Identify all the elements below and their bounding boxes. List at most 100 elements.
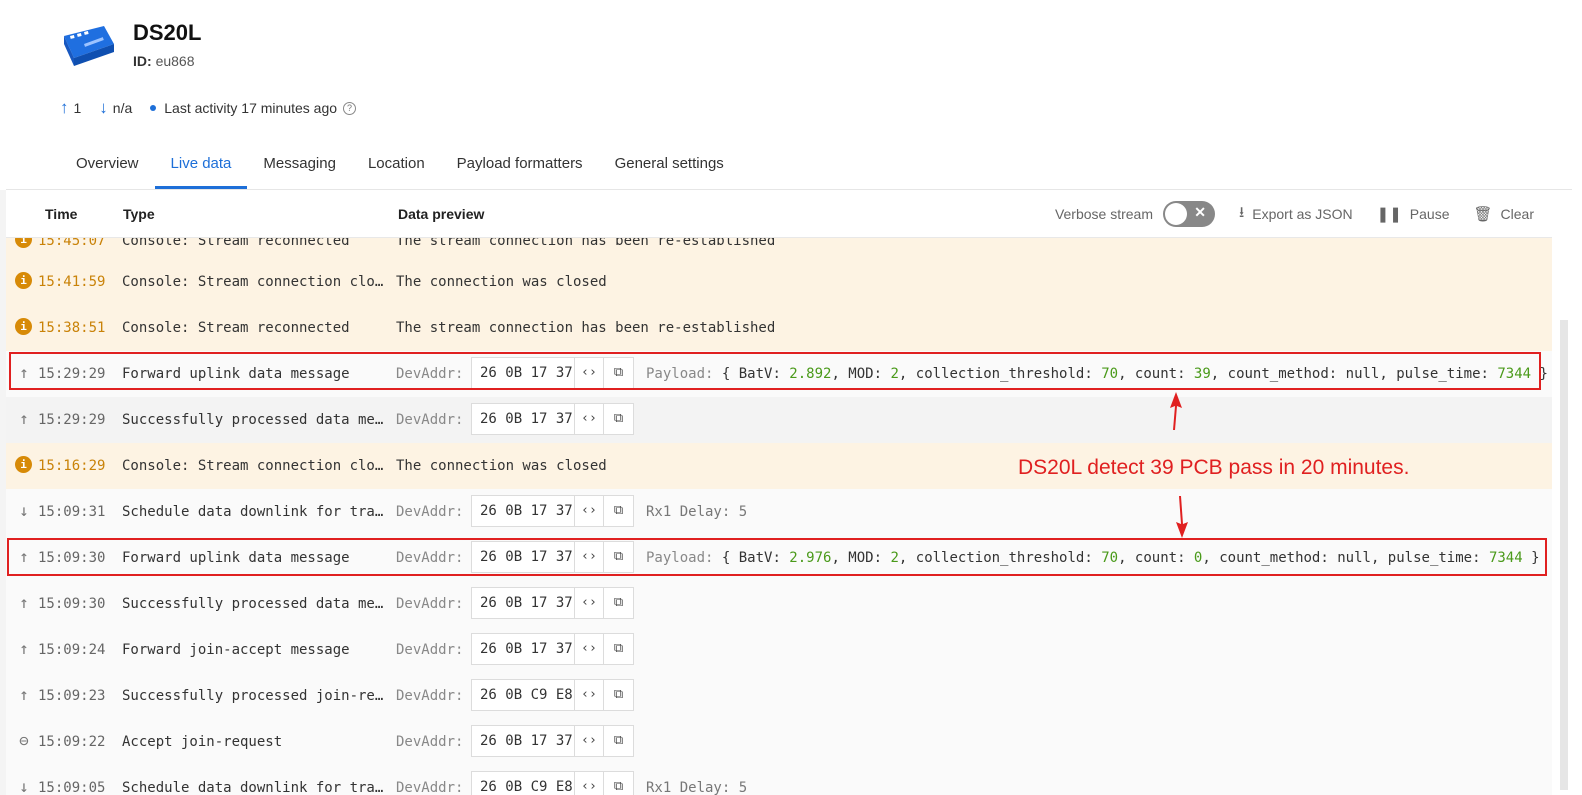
- device-tabs: Overview Live data Messaging Location Pa…: [60, 142, 740, 190]
- scrollbar[interactable]: [1560, 320, 1568, 790]
- device-id: ID: eu868: [133, 53, 195, 69]
- event-type: Accept join-request: [122, 734, 283, 750]
- column-data-preview: Data preview: [398, 206, 485, 222]
- uplink-arrow-icon: ↑: [60, 98, 69, 117]
- event-time: 15:38:51: [38, 320, 106, 336]
- tab-general-settings[interactable]: General settings: [599, 142, 740, 188]
- copy-icon[interactable]: ⧉: [604, 726, 633, 756]
- event-type: Console: Stream connection closed: [122, 274, 388, 290]
- event-preview: The connection was closed: [396, 274, 607, 290]
- event-preview: The stream connection has been re-establ…: [396, 238, 776, 249]
- copy-icon[interactable]: ⧉: [604, 588, 633, 618]
- devaddr-field: 26 0B 17 37 ‹› ⧉: [471, 495, 634, 527]
- table-header: Time Type Data preview Verbose stream ✕ …: [6, 190, 1552, 238]
- device-name: DS20L: [133, 20, 202, 45]
- event-time: 15:09:23: [38, 688, 106, 704]
- copy-icon[interactable]: ⧉: [604, 496, 633, 526]
- copy-icon[interactable]: ⧉: [604, 404, 633, 434]
- downlink-arrow-icon: ↓: [19, 501, 29, 520]
- device-id-label: ID:: [133, 53, 152, 69]
- toggle-knob: [1165, 203, 1187, 225]
- last-activity-text: Last activity 17 minutes ago: [164, 100, 338, 116]
- devaddr-value: 26 0B 17 37: [472, 404, 575, 434]
- event-time: 15:09:30: [38, 596, 106, 612]
- format-toggle-icon[interactable]: ‹›: [575, 726, 604, 756]
- info-icon: i: [15, 318, 33, 336]
- table-row[interactable]: ↑ 15:09:23 Successfully processed join-r…: [6, 673, 1552, 719]
- table-row[interactable]: ↑ 15:09:24 Forward join-accept message D…: [6, 627, 1552, 673]
- devaddr-value: 26 0B C9 E8: [472, 772, 575, 795]
- red-arrow-up-icon: [1170, 392, 1182, 430]
- table-row[interactable]: ↓ 15:09:05 Schedule data downlink for tr…: [6, 765, 1552, 795]
- export-json-label: Export as JSON: [1252, 206, 1353, 222]
- event-time: 15:09:24: [38, 642, 106, 658]
- event-type: Console: Stream reconnected: [122, 320, 350, 336]
- table-row[interactable]: ↑ 15:09:30 Successfully processed data m…: [6, 581, 1552, 627]
- last-activity: Last activity 17 minutes ago ?: [150, 100, 357, 116]
- pause-label: Pause: [1409, 206, 1450, 222]
- download-icon: ⭳: [1239, 203, 1245, 221]
- devaddr-value: 26 0B 17 37: [472, 588, 575, 618]
- toggle-off-icon: ✕: [1194, 204, 1206, 220]
- tab-messaging[interactable]: Messaging: [247, 142, 352, 188]
- devaddr-label: DevAddr:: [396, 504, 464, 520]
- event-type: Successfully processed data message: [122, 412, 388, 428]
- tab-payload-formatters[interactable]: Payload formatters: [441, 142, 599, 188]
- clear-button[interactable]: 🗑 Clear: [1473, 205, 1534, 223]
- clear-label: Clear: [1500, 206, 1534, 222]
- devaddr-label: DevAddr:: [396, 642, 464, 658]
- devaddr-value: 26 0B 17 37: [472, 634, 575, 664]
- event-type: Successfully processed join-request: [122, 688, 388, 704]
- devaddr-label: DevAddr:: [396, 412, 464, 428]
- verbose-stream-label: Verbose stream: [1054, 206, 1153, 222]
- table-row[interactable]: ⊖ 15:09:22 Accept join-request DevAddr: …: [6, 719, 1552, 765]
- format-toggle-icon[interactable]: ‹›: [575, 772, 604, 795]
- format-toggle-icon[interactable]: ‹›: [575, 496, 604, 526]
- table-row[interactable]: ↓ 15:09:31 Schedule data downlink for tr…: [6, 489, 1552, 535]
- column-time: Time: [45, 206, 78, 222]
- device-icon: [64, 26, 114, 66]
- pause-button[interactable]: ❚❚ Pause: [1377, 205, 1450, 223]
- verbose-stream-toggle[interactable]: ✕: [1163, 201, 1215, 227]
- tab-overview[interactable]: Overview: [60, 142, 155, 188]
- verbose-stream-control: Verbose stream ✕: [1055, 201, 1215, 227]
- table-row[interactable]: i 15:38:51 Console: Stream reconnected T…: [6, 305, 1552, 351]
- event-type: Schedule data downlink for transmission: [122, 504, 388, 520]
- rx-delay: Rx1 Delay: 5: [646, 780, 748, 795]
- event-type: Successfully processed data message: [122, 596, 388, 612]
- downlink-stat: ↓ n/a: [99, 98, 132, 118]
- event-type: Schedule data downlink for transmission: [122, 780, 388, 795]
- device-id-value: eu868: [155, 53, 195, 69]
- uplink-arrow-icon: ↑: [19, 593, 29, 612]
- status-dot-icon: [150, 105, 157, 111]
- format-toggle-icon[interactable]: ‹›: [575, 634, 604, 664]
- activity-stats: ↑ 1 ↓ n/a Last activity 17 minutes ago ?: [60, 98, 374, 118]
- export-json-button[interactable]: ⭳ Export as JSON: [1239, 202, 1353, 227]
- table-row[interactable]: ↑ 15:29:29 Successfully processed data m…: [6, 397, 1552, 443]
- copy-icon[interactable]: ⧉: [604, 680, 633, 710]
- uplink-arrow-icon: ↑: [19, 409, 29, 428]
- event-list: i 15:45:07 Console: Stream reconnected T…: [6, 238, 1552, 795]
- downlink-arrow-icon: ↓: [19, 777, 29, 795]
- devaddr-field: 26 0B 17 37 ‹› ⧉: [471, 403, 634, 435]
- highlight-box: [9, 352, 1541, 390]
- event-time: 15:29:29: [38, 412, 106, 428]
- table-row[interactable]: i 15:41:59 Console: Stream connection cl…: [6, 259, 1552, 305]
- format-toggle-icon[interactable]: ‹›: [575, 680, 604, 710]
- copy-icon[interactable]: ⧉: [604, 772, 633, 795]
- format-toggle-icon[interactable]: ‹›: [575, 588, 604, 618]
- help-icon[interactable]: ?: [343, 101, 357, 115]
- event-time: 15:41:59: [38, 274, 106, 290]
- devaddr-field: 26 0B 17 37 ‹› ⧉: [471, 725, 634, 757]
- stream-controls: Verbose stream ✕ ⭳ Export as JSON ❚❚ Pau…: [1031, 201, 1534, 227]
- devaddr-label: DevAddr:: [396, 780, 464, 795]
- copy-icon[interactable]: ⧉: [604, 634, 633, 664]
- uplink-stat: ↑ 1: [60, 98, 81, 118]
- event-time: 15:45:07: [38, 238, 106, 249]
- format-toggle-icon[interactable]: ‹›: [575, 404, 604, 434]
- tab-location[interactable]: Location: [352, 142, 441, 188]
- tab-live-data[interactable]: Live data: [154, 142, 248, 189]
- event-preview: The stream connection has been re-establ…: [396, 320, 776, 336]
- devaddr-value: 26 0B C9 E8: [472, 680, 575, 710]
- devaddr-field: 26 0B C9 E8 ‹› ⧉: [471, 679, 634, 711]
